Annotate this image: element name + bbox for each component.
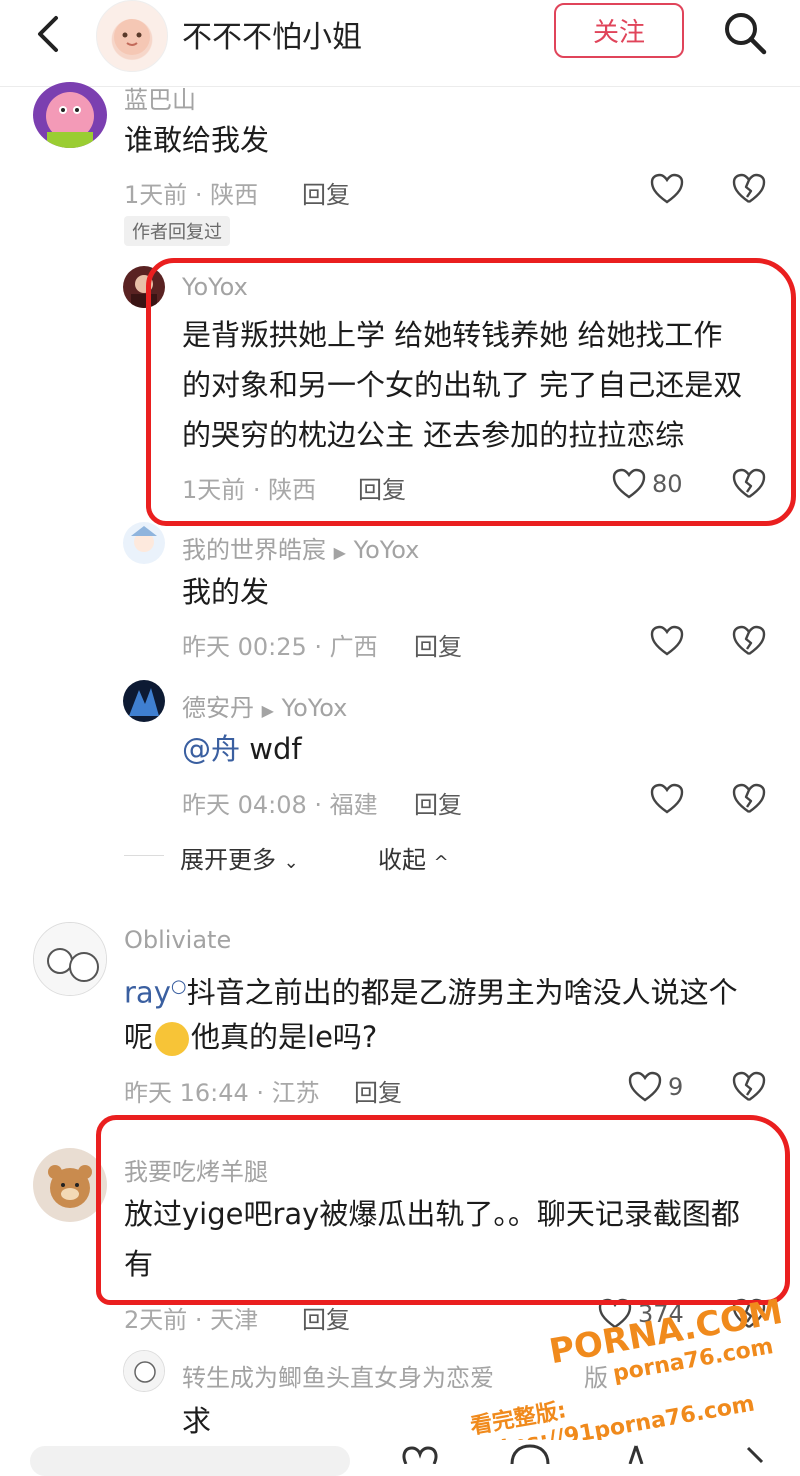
comment-username[interactable]: 我的世界皓宸 ▶ YoYox bbox=[182, 530, 419, 565]
follow-button[interactable]: 关注 bbox=[554, 3, 684, 58]
comment-bubble-icon[interactable] bbox=[508, 1444, 552, 1464]
comment-username[interactable]: 德安丹 ▶ YoYox bbox=[182, 688, 347, 723]
expand-more-label[interactable]: 展开更多 bbox=[180, 846, 276, 874]
bottom-comment-bar bbox=[0, 1440, 800, 1476]
top-bar: 不不不怕小姐 关注 bbox=[0, 0, 800, 87]
reply-button[interactable]: 回复 bbox=[414, 627, 462, 662]
username-text[interactable]: 转生成为鲫鱼头直女身为恋爱 bbox=[182, 1364, 494, 1392]
reply-button[interactable]: 回复 bbox=[302, 1300, 350, 1335]
avatar[interactable] bbox=[123, 680, 165, 722]
expand-more-button[interactable]: 展开更多 ⌄ bbox=[180, 840, 299, 875]
thread-divider bbox=[124, 855, 164, 856]
favorite-star-icon[interactable] bbox=[618, 1444, 654, 1464]
avatar[interactable] bbox=[33, 82, 107, 148]
comment-text-line: 呢 他真的是le吗? bbox=[124, 1012, 377, 1062]
comment-input[interactable] bbox=[30, 1446, 350, 1476]
like-count: 80 bbox=[652, 470, 683, 498]
comment-text-line: 放过yige吧ray被爆瓜出轨了。。聊天记录截图都 bbox=[124, 1197, 740, 1231]
reply-button[interactable]: 回复 bbox=[414, 785, 462, 820]
dislike-broken-heart-icon[interactable] bbox=[732, 468, 766, 500]
comment-text: 谁敢给我发 bbox=[124, 123, 270, 157]
avatar[interactable] bbox=[123, 266, 165, 308]
comment-meta: 1天前 · 陕西 bbox=[182, 476, 317, 504]
reply-arrow-icon: ▶ bbox=[261, 701, 274, 720]
reply-to-username[interactable]: YoYox bbox=[282, 694, 348, 722]
comment-meta: 昨天 16:44 · 江苏 bbox=[124, 1079, 320, 1107]
author-replied-badge: 作者回复过 bbox=[124, 216, 230, 246]
comment-text-line: ray○抖音之前出的都是乙游男主为啥没人说这个 bbox=[124, 962, 738, 1018]
comment-text: @舟 wdf bbox=[182, 724, 302, 774]
avatar[interactable] bbox=[33, 922, 107, 996]
like-heart-icon[interactable] bbox=[650, 173, 684, 205]
avatar[interactable] bbox=[123, 1350, 165, 1392]
reply-to-username[interactable]: YoYox bbox=[354, 536, 420, 564]
comment-meta: 2天前 · 天津 bbox=[124, 1306, 259, 1334]
comment-username[interactable]: Obliviate bbox=[124, 926, 231, 954]
comment-meta: 昨天 00:25 · 广西 bbox=[182, 633, 378, 661]
comment-text: 求 bbox=[182, 1404, 212, 1438]
like-count: 9 bbox=[668, 1073, 684, 1101]
chevron-down-icon: ⌄ bbox=[283, 852, 299, 873]
reply-button[interactable]: 回复 bbox=[358, 470, 406, 505]
comment-text-line: 的哭穷的枕边公主 还去参加的拉拉恋综 bbox=[182, 418, 685, 452]
reply-arrow-icon: ▶ bbox=[333, 543, 346, 562]
collapse-button[interactable]: 收起 ^ bbox=[378, 840, 449, 875]
crying-emoji-icon bbox=[155, 1022, 190, 1056]
search-keyword-link[interactable]: ray bbox=[124, 976, 171, 1010]
comment-meta: 1天前 · 陕西 bbox=[124, 181, 259, 209]
comment-text-line: 有 bbox=[124, 1247, 154, 1281]
like-heart-icon[interactable] bbox=[650, 783, 684, 815]
dislike-broken-heart-icon[interactable] bbox=[732, 783, 766, 815]
dislike-broken-heart-icon[interactable] bbox=[732, 1071, 766, 1103]
share-icon[interactable] bbox=[740, 1444, 770, 1464]
reply-button[interactable]: 回复 bbox=[354, 1073, 402, 1108]
comment-text-body: 呢 bbox=[124, 1020, 154, 1054]
comment-text-body: 他真的是le吗? bbox=[191, 1020, 378, 1054]
dislike-broken-heart-icon[interactable] bbox=[732, 625, 766, 657]
like-heart-icon[interactable] bbox=[612, 468, 646, 500]
like-heart-icon[interactable] bbox=[650, 625, 684, 657]
like-heart-icon[interactable] bbox=[628, 1071, 662, 1103]
comment-text-line: 是背叛拱她上学 给她转钱养她 给她找工作 bbox=[182, 318, 723, 352]
collapse-label[interactable]: 收起 bbox=[378, 846, 426, 874]
comment-username[interactable]: 蓝巴山 bbox=[124, 80, 196, 115]
comment-text-body: wdf bbox=[240, 732, 302, 766]
username-text[interactable]: 我的世界皓宸 bbox=[182, 536, 326, 564]
comment-meta: 昨天 04:08 · 福建 bbox=[182, 791, 378, 819]
search-icon[interactable]: ○ bbox=[171, 976, 187, 997]
comment-username[interactable]: 转生成为鲫鱼头直女身为恋爱版 bbox=[182, 1358, 608, 1393]
author-avatar[interactable] bbox=[96, 0, 168, 72]
comment-username[interactable]: 我要吃烤羊腿 bbox=[124, 1152, 268, 1187]
comment-text-body: 抖音之前出的都是乙游男主为啥没人说这个 bbox=[186, 975, 738, 1010]
search-icon[interactable] bbox=[720, 8, 770, 58]
dislike-broken-heart-icon[interactable] bbox=[732, 173, 766, 205]
reply-button[interactable]: 回复 bbox=[302, 175, 350, 210]
mention-link[interactable]: @舟 bbox=[182, 732, 240, 766]
comment-text-line: 的对象和另一个女的出轨了 完了自己还是双 bbox=[182, 368, 743, 402]
comment-text: 我的发 bbox=[182, 575, 270, 609]
like-heart-icon[interactable] bbox=[400, 1446, 440, 1464]
chevron-up-icon: ^ bbox=[433, 852, 449, 873]
avatar[interactable] bbox=[33, 1148, 107, 1222]
comment-username[interactable]: YoYox bbox=[182, 273, 248, 301]
back-arrow-icon[interactable] bbox=[30, 12, 70, 56]
username-text[interactable]: 德安丹 bbox=[182, 694, 254, 722]
avatar[interactable] bbox=[123, 522, 165, 564]
author-name[interactable]: 不不不怕小姐 bbox=[182, 12, 362, 56]
